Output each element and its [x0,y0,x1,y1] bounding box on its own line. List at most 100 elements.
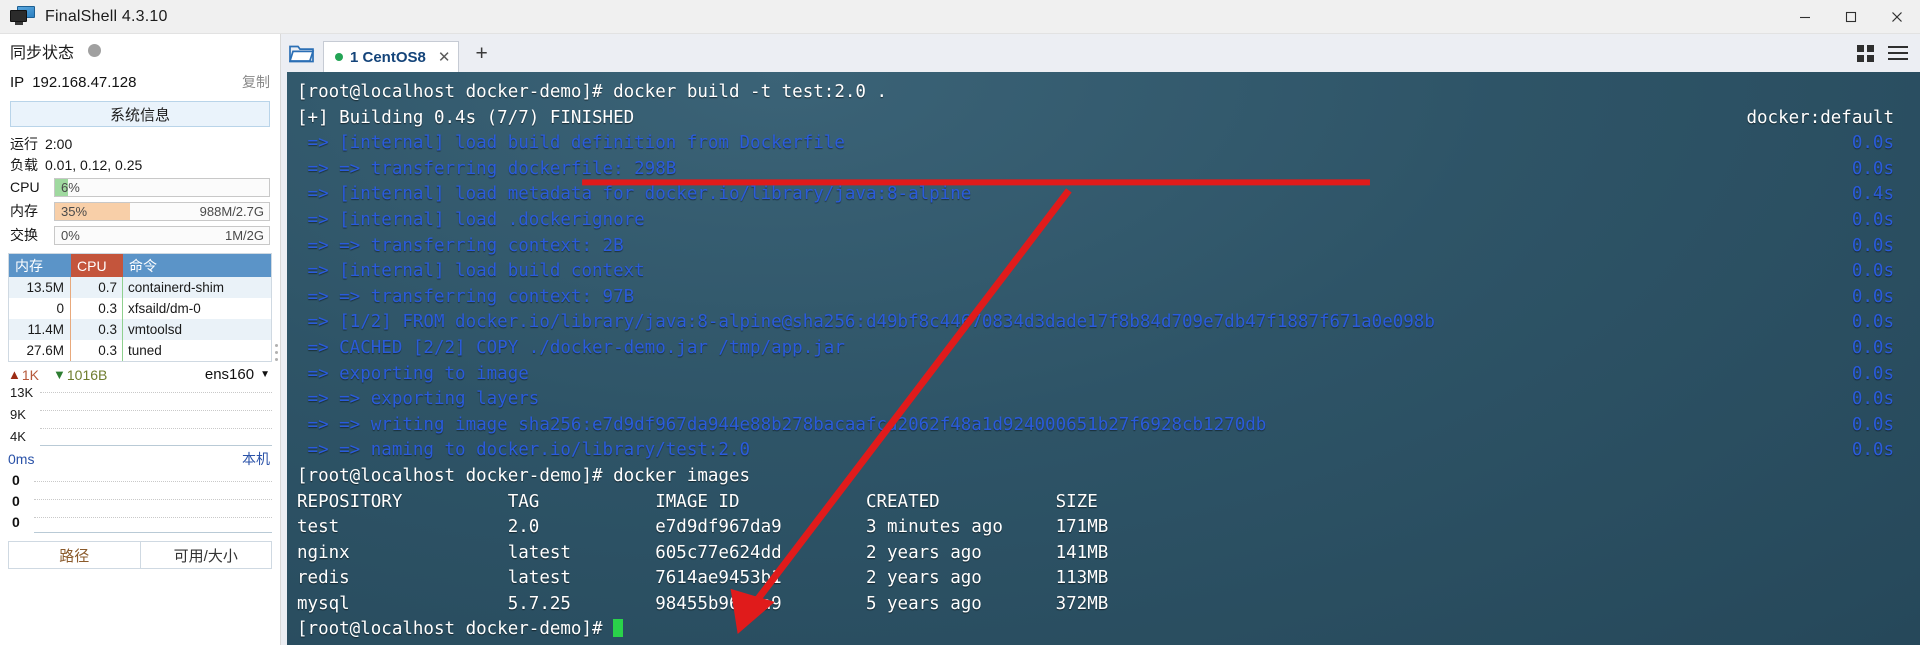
terminal-line: test 2.0 e7d9df967da9 3 minutes ago 171M… [297,515,1920,541]
table-row[interactable]: 13.5M 0.7 containerd-shim [9,277,271,298]
arrow-down-icon: ▼ [53,367,66,382]
network-axis-tick: 4K [10,429,26,444]
terminal-line-text: [root@localhost docker-demo]# [297,619,614,640]
network-interface-selector[interactable]: ens160 ▼ [205,366,270,383]
terminal-line-text: [root@localhost docker-demo]# docker bui… [297,82,888,102]
terminal-line: [root@localhost docker-demo]# docker bui… [297,80,1920,106]
process-table-header: 内存 CPU 命令 [9,254,271,277]
open-folder-button[interactable] [281,34,323,72]
table-row[interactable]: 11.4M 0.3 vmtoolsd [9,319,271,340]
terminal-line-text: => => writing image sha256:e7d9df967da94… [297,414,1267,435]
terminal-line-text: => [internal] load build definition from… [297,133,845,154]
terminal-line-text: => [1/2] FROM docker.io/library/java:8-a… [297,312,1435,333]
tab-close-icon[interactable]: ✕ [438,48,451,66]
load-value: 0.01, 0.12, 0.25 [45,156,143,173]
terminal-line: [root@localhost docker-demo]# docker ima… [297,464,1920,490]
maximize-button[interactable] [1828,0,1874,34]
disk-col-size[interactable]: 可用/大小 [139,542,271,568]
network-upload-value: 1K [21,366,39,383]
terminal-line-text: test 2.0 e7d9df967da9 3 minutes ago 171M… [297,517,1109,538]
ip-value: 192.168.47.128 [32,73,137,91]
terminal-line: nginx latest 605c77e624dd 2 years ago 14… [297,541,1920,567]
process-cpu: 0.3 [71,298,123,319]
memory-gauge-detail: 988M/2.7G [199,203,264,219]
swap-gauge-label: 交换 [10,227,38,243]
ping-axis-tick: 0 [12,492,20,509]
network-traffic-chart: 13K 9K 4K [0,384,280,446]
disk-table-header: 路径 可用/大小 [8,541,272,569]
terminal-step-duration: 0.0s [1851,414,1894,435]
uptime-row: 运行 2:00 [0,133,280,154]
process-command: xfsaild/dm-0 [128,301,201,316]
minimize-button[interactable] [1782,0,1828,34]
memory-gauge-label: 内存 [10,203,38,219]
terminal-line-text: => exporting to image [297,363,529,384]
ping-latency-label: 0ms [8,451,35,467]
terminal-line-text: => [internal] load metadata for docker.i… [297,184,972,205]
window-title: FinalShell 4.3.10 [45,7,168,25]
terminal-step-duration: 0.0s [1851,312,1894,333]
process-col-memory[interactable]: 内存 [9,254,71,277]
terminal-line: [root@localhost docker-demo]# [297,617,1920,643]
terminal-step-duration: 0.0s [1851,209,1894,230]
terminal-line: => [internal] load .dockerignore 0.0s [297,208,1920,234]
grid-view-icon[interactable] [1857,44,1874,62]
terminal-step-duration: 0.4s [1851,184,1894,205]
terminal-line-text: [+] Building 0.4s (7/7) FINISHED [297,107,635,128]
process-memory: 0 [9,298,71,319]
terminal-line: => [internal] load metadata for docker.i… [297,182,1920,208]
ping-chart-axis: 0 0 0 [8,469,34,533]
process-col-cpu[interactable]: CPU [71,254,123,277]
finalshell-window: FinalShell 4.3.10 同步状态 IP 192.168.47.128 … [0,0,1920,645]
sync-status-row: 同步状态 [0,34,280,67]
memory-gauge-percent: 35% [61,203,88,219]
ping-chart: 0 0 0 [0,469,280,533]
app-logo-icon [10,5,36,28]
load-label: 负载 [10,156,38,173]
terminal-line: => => writing image sha256:e7d9df967da94… [297,413,1920,439]
terminal-line-text: => => transferring context: 97B [297,286,635,307]
chevron-down-icon: ▼ [260,369,270,380]
memory-gauge-row: 内存 35% 988M/2.7G [0,199,280,223]
process-cpu: 0.3 [71,319,123,340]
terminal-line-text: => [internal] load .dockerignore [297,209,645,230]
terminal-output[interactable]: [root@localhost docker-demo]# docker bui… [287,72,1920,645]
terminal-line-text: => => transferring dockerfile: 298B [297,158,677,179]
memory-gauge-track: 35% 988M/2.7G [54,201,270,221]
terminal-step-duration: 0.0s [1851,158,1894,179]
process-table: 内存 CPU 命令 13.5M 0.7 containerd-shim 0 0.… [8,253,272,362]
sync-status-label: 同步状态 [10,44,75,62]
system-info-button[interactable]: 系统信息 [10,101,270,127]
network-chart-axis: 13K 9K 4K [8,384,40,446]
sidebar-scroll-handle[interactable] [274,284,279,604]
copy-ip-button[interactable]: 复制 [242,72,270,92]
ip-label: IP [10,73,25,91]
terminal-line: => [1/2] FROM docker.io/library/java:8-a… [297,310,1920,336]
swap-gauge-detail: 1M/2G [224,227,264,243]
process-cpu: 0.7 [71,277,123,298]
process-command: vmtoolsd [128,322,183,337]
tab-centos8[interactable]: 1 CentOS8 ✕ [323,41,460,72]
disk-col-path[interactable]: 路径 [9,542,140,568]
terminal-line-text: => => naming to docker.io/library/test:2… [297,440,751,461]
title-bar: FinalShell 4.3.10 [0,0,1920,34]
terminal-line: mysql 5.7.25 98455b9624a9 5 years ago 37… [297,592,1920,618]
process-col-command[interactable]: 命令 [123,254,271,277]
process-memory: 11.4M [9,319,71,340]
process-command: tuned [128,343,162,358]
terminal-line: redis latest 7614ae9453b1 2 years ago 11… [297,566,1920,592]
network-interface-label: ens160 [204,366,255,383]
swap-gauge-row: 交换 0% 1M/2G [0,223,280,247]
new-tab-button[interactable]: + [469,43,493,64]
ip-row: IP 192.168.47.128 复制 [0,67,280,97]
terminal-step-duration: 0.0s [1851,440,1894,461]
hamburger-menu-icon[interactable] [1888,46,1908,60]
terminal-builder-name: docker:default [1746,107,1894,128]
terminal-line: => CACHED [2/2] COPY ./docker-demo.jar /… [297,336,1920,362]
table-row[interactable]: 0 0.3 xfsaild/dm-0 [9,298,271,319]
table-row[interactable]: 27.6M 0.3 tuned [9,340,271,361]
terminal-container: [root@localhost docker-demo]# docker bui… [281,72,1920,645]
connected-dot-icon [335,53,343,61]
close-button[interactable] [1874,0,1920,34]
terminal-line-text: => CACHED [2/2] COPY ./docker-demo.jar /… [297,337,845,358]
